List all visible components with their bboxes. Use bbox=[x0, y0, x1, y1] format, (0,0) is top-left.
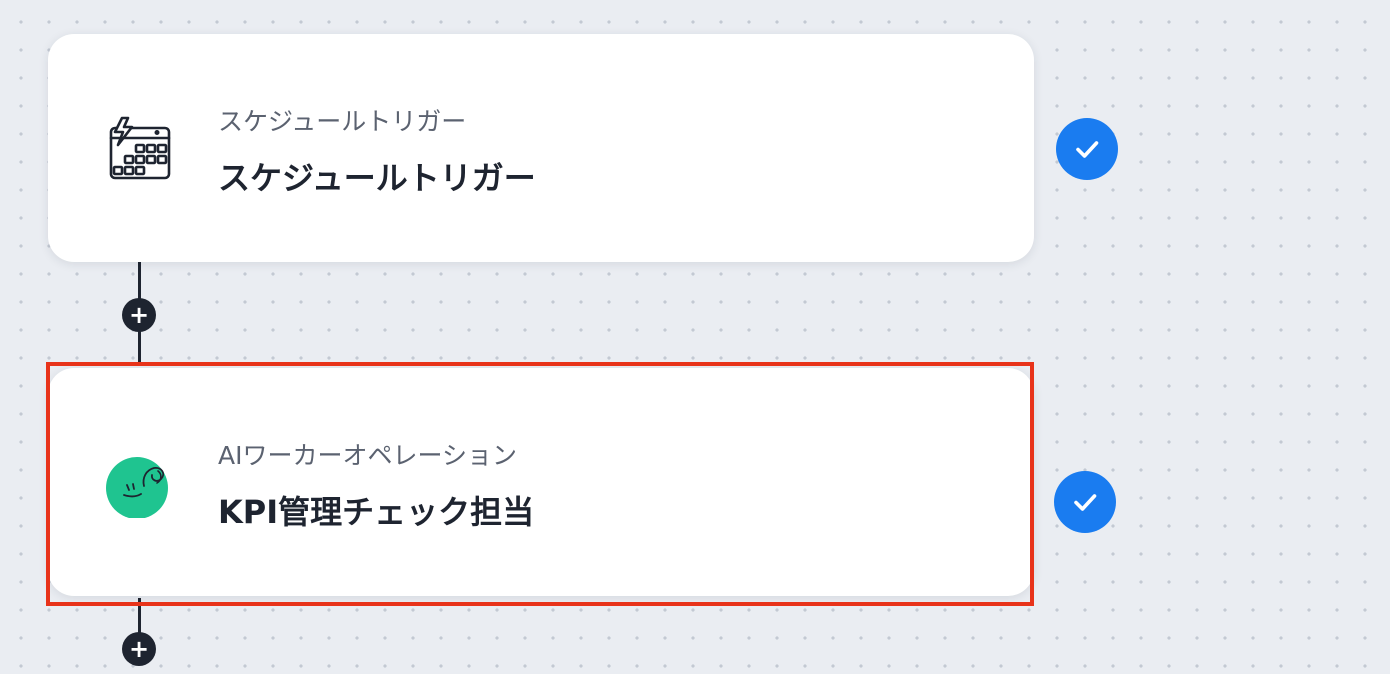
add-step-button[interactable]: + bbox=[122, 298, 156, 332]
plus-icon: + bbox=[128, 301, 150, 329]
flow-step-card-ai-worker[interactable]: AIワーカーオペレーション KPI管理チェック担当 bbox=[48, 368, 1034, 596]
add-step-button[interactable]: + bbox=[122, 632, 156, 666]
flow-step-card-schedule-trigger[interactable]: スケジュールトリガー スケジュールトリガー bbox=[48, 34, 1034, 262]
plus-icon: + bbox=[128, 635, 150, 663]
ai-worker-avatar-icon bbox=[106, 450, 174, 519]
schedule-trigger-calendar-icon bbox=[106, 116, 174, 184]
step-status-badge bbox=[1054, 471, 1116, 533]
step-status-badge bbox=[1056, 118, 1118, 180]
step-type-label: AIワーカーオペレーション bbox=[218, 441, 517, 470]
checkmark-icon bbox=[1074, 494, 1097, 511]
step-title: KPI管理チェック担当 bbox=[218, 493, 535, 531]
checkmark-icon bbox=[1076, 141, 1099, 158]
step-title: スケジュールトリガー bbox=[218, 159, 536, 197]
step-type-label: スケジュールトリガー bbox=[218, 107, 467, 136]
